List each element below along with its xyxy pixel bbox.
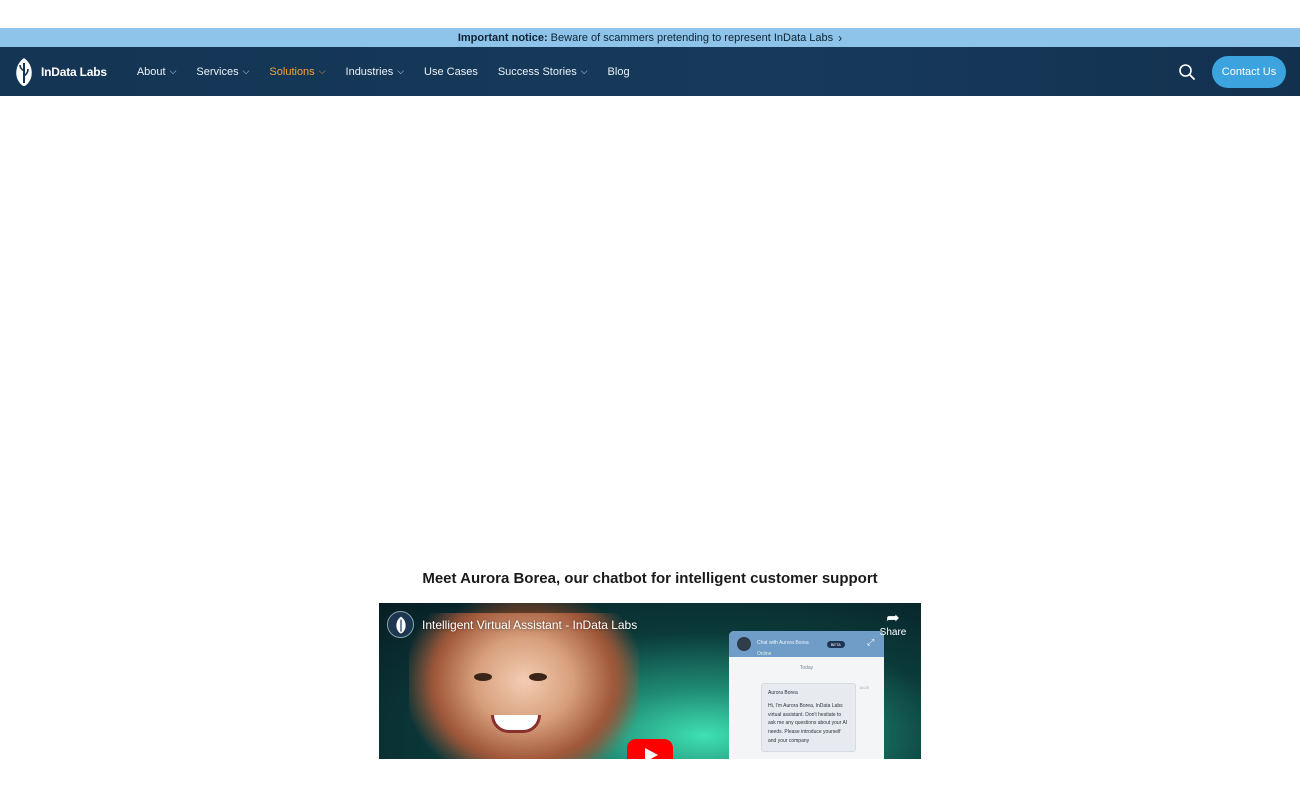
- notice-text[interactable]: Beware of scammers pretending to represe…: [551, 32, 833, 44]
- notice-bar[interactable]: Important notice: Beware of scammers pre…: [0, 28, 1300, 47]
- chevron-down-icon: ⌵: [318, 66, 326, 76]
- nav-actions: Contact Us: [1178, 47, 1286, 96]
- share-label: Share: [879, 627, 907, 638]
- chat-day-label: Today: [799, 665, 814, 671]
- menu-item-success-stories[interactable]: Success Stories ⌵: [498, 66, 588, 78]
- notice-label: Important notice:: [457, 31, 548, 44]
- menu-item-label: Solutions: [269, 65, 315, 78]
- youtube-play-icon[interactable]: [627, 739, 673, 759]
- video-header: Intelligent Virtual Assistant - InData L…: [387, 611, 637, 638]
- search-icon[interactable]: [1178, 63, 1196, 81]
- main-navbar: InData Labs About ⌵ Services ⌵ Solutions…: [0, 47, 1300, 96]
- contact-us-button[interactable]: Contact Us: [1212, 55, 1286, 88]
- menu-item-blog[interactable]: Blog: [608, 66, 630, 78]
- menu-item-label: Success Stories: [497, 65, 577, 78]
- chat-widget-preview: Chat with Aurora Borea Online BETA ⤢ Tod…: [729, 631, 884, 759]
- menu-item-solutions[interactable]: Solutions ⌵: [269, 66, 325, 78]
- chevron-down-icon: ⌵: [169, 66, 177, 76]
- video-title[interactable]: Intelligent Virtual Assistant - InData L…: [422, 618, 637, 632]
- chat-sender: Aurora Borea: [768, 690, 798, 696]
- video-thumbnail-eye: [529, 673, 547, 681]
- menu-item-label: Services: [196, 65, 239, 78]
- menu-item-label: Use Cases: [424, 65, 478, 78]
- chat-status: Online: [757, 651, 772, 657]
- menu-item-use-cases[interactable]: Use Cases: [424, 66, 478, 78]
- chevron-down-icon: ⌵: [242, 66, 250, 76]
- video-thumbnail-eye: [474, 673, 492, 681]
- menu-item-services[interactable]: Services ⌵: [196, 66, 249, 78]
- site-logo[interactable]: InData Labs: [13, 57, 107, 87]
- chevron-down-icon: ⌵: [580, 66, 588, 76]
- chevron-down-icon: ⌵: [397, 66, 405, 76]
- indata-leaf-logo-icon: [395, 616, 406, 633]
- chat-header: Chat with Aurora Borea Online BETA: [729, 631, 884, 657]
- chat-message-text: Hi, I'm Aurora Borea, InData Labs virtua…: [768, 702, 848, 744]
- video-embed[interactable]: Intelligent Virtual Assistant - InData L…: [379, 603, 921, 759]
- beta-badge: BETA: [826, 640, 845, 648]
- menu-item-about[interactable]: About ⌵: [137, 66, 177, 78]
- chevron-right-icon: ›: [838, 30, 843, 45]
- indata-leaf-logo-icon: [16, 57, 32, 86]
- channel-avatar[interactable]: [387, 611, 414, 638]
- share-arrow-icon: ➦: [886, 610, 900, 627]
- menu-item-industries[interactable]: Industries ⌵: [346, 66, 405, 78]
- share-button[interactable]: ➦ Share: [875, 610, 911, 639]
- section-title: Meet Aurora Borea, our chatbot for intel…: [422, 570, 878, 587]
- chat-message: Aurora Borea Hi, I'm Aurora Borea, InDat…: [761, 683, 856, 752]
- logo-text: InData Labs: [41, 64, 107, 79]
- menu-item-label: Industries: [345, 65, 394, 78]
- menu-item-label: About: [136, 65, 166, 78]
- chat-avatar: [737, 637, 751, 651]
- menu-item-label: Blog: [607, 65, 630, 78]
- chat-header-title: Chat with Aurora Borea: [757, 640, 809, 646]
- main-menu: About ⌵ Services ⌵ Solutions ⌵ Industrie…: [137, 66, 650, 78]
- chat-timestamp: 15:25: [859, 685, 870, 690]
- expand-icon: ⤢: [867, 637, 875, 647]
